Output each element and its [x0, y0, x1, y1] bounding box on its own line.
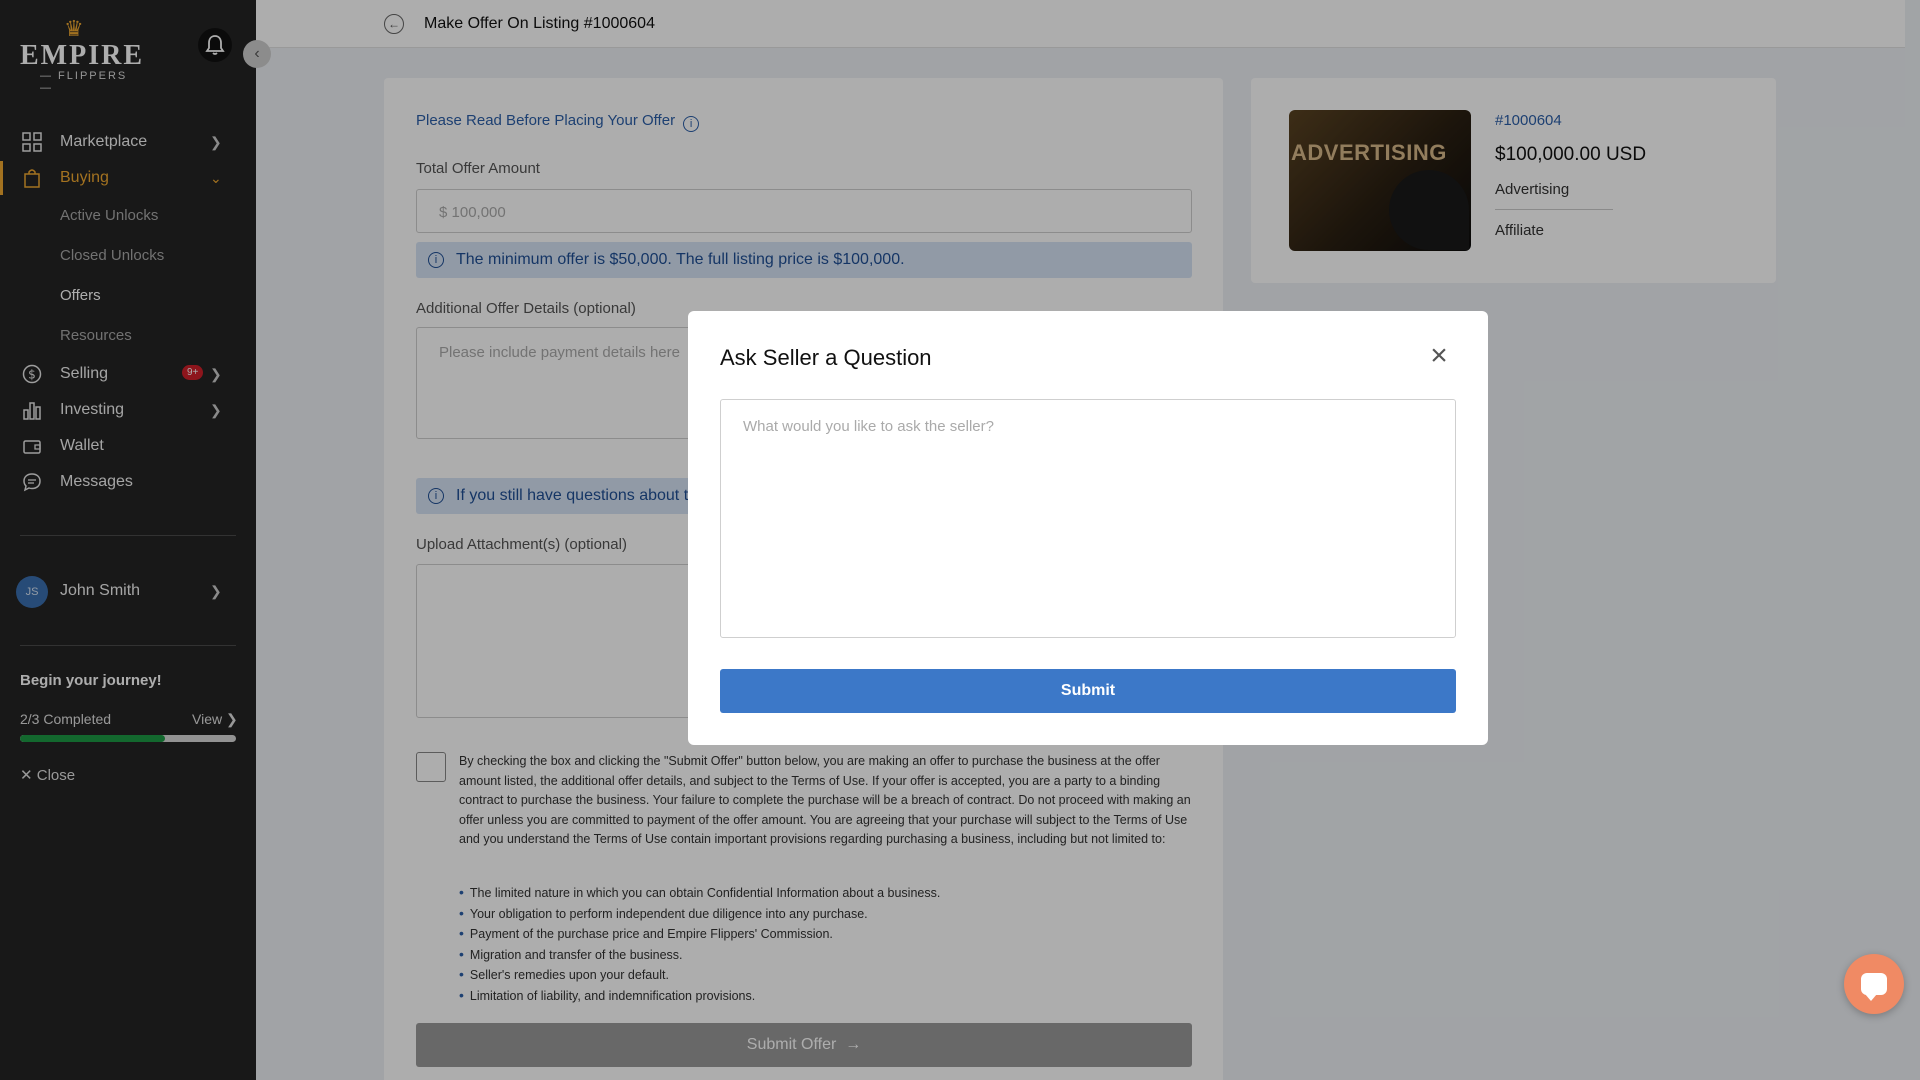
question-textarea[interactable]: What would you like to ask the seller?	[720, 399, 1456, 638]
live-chat-button[interactable]	[1844, 954, 1904, 1014]
close-icon[interactable]: ×	[1424, 341, 1454, 373]
modal-title: Ask Seller a Question	[720, 345, 932, 370]
submit-question-button[interactable]: Submit	[720, 669, 1456, 713]
chat-icon	[1861, 973, 1887, 1001]
ask-seller-modal: Ask Seller a Question × What would you l…	[688, 311, 1488, 745]
question-placeholder: What would you like to ask the seller?	[743, 418, 994, 435]
